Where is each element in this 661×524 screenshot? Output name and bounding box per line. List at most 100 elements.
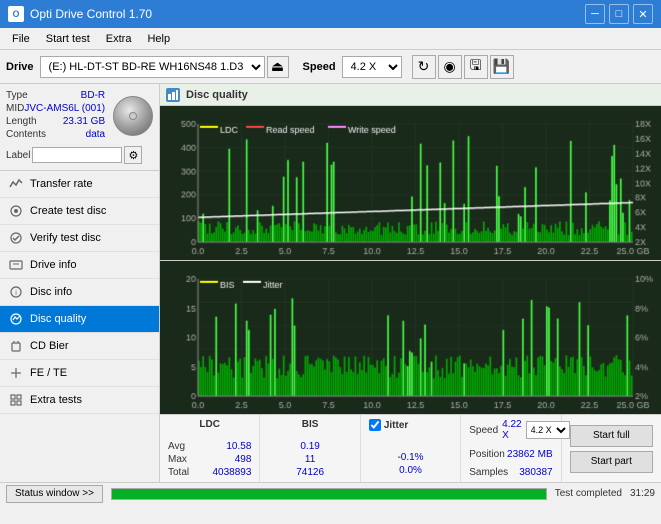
- speed-stat-label: Speed: [469, 425, 498, 436]
- ldc-total: 4038893: [212, 467, 251, 478]
- speed-label: Speed: [303, 61, 336, 73]
- menu-bar: File Start test Extra Help: [0, 28, 661, 50]
- ldc-avg: 10.58: [226, 441, 251, 452]
- bis-avg: 0.19: [268, 441, 351, 452]
- toolbar-btn-3[interactable]: 🖫: [464, 55, 488, 79]
- disc-type-label: Type: [6, 90, 28, 101]
- lower-chart-canvas: [160, 261, 661, 415]
- charts-container: [160, 106, 661, 414]
- upper-chart-canvas: [160, 106, 661, 260]
- samples-label: Samples: [469, 467, 508, 478]
- disc-label-button[interactable]: ⚙: [124, 146, 142, 164]
- jitter-avg: -0.1%: [369, 452, 452, 463]
- toolbar-btn-2[interactable]: ◉: [438, 55, 462, 79]
- chart-panel-header: Disc quality: [160, 84, 661, 106]
- transfer-rate-icon: [8, 176, 24, 192]
- create-test-disc-icon: [8, 203, 24, 219]
- stats-row: LDC Avg 10.58 Max 498 Total 4038893: [160, 414, 661, 482]
- stats-jitter-col: Jitter -0.1% 0.0%: [361, 415, 461, 482]
- sidebar-item-fe-te[interactable]: FE / TE: [0, 360, 159, 387]
- drive-info-icon: [8, 257, 24, 273]
- menu-extra[interactable]: Extra: [98, 31, 140, 47]
- stats-ldc-header: LDC: [168, 419, 251, 430]
- status-progress-fill: [112, 489, 546, 499]
- fe-te-label: FE / TE: [30, 367, 67, 379]
- disc-type-value: BD-R: [81, 90, 105, 101]
- maximize-button[interactable]: □: [609, 4, 629, 24]
- transfer-rate-label: Transfer rate: [30, 178, 93, 190]
- sidebar-item-create-test-disc[interactable]: Create test disc: [0, 198, 159, 225]
- lower-chart: [160, 261, 661, 415]
- chart-panel-title: Disc quality: [186, 89, 248, 101]
- disc-quality-icon: [8, 311, 24, 327]
- bis-max: 11: [268, 454, 351, 465]
- cd-bier-icon: [8, 338, 24, 354]
- sidebar-item-disc-quality[interactable]: Disc quality: [0, 306, 159, 333]
- jitter-header: Jitter: [384, 420, 408, 431]
- drive-label: Drive: [6, 61, 34, 73]
- stats-bis-col: BIS 0.19 11 74126: [260, 415, 360, 482]
- avg-label: Avg: [168, 441, 185, 452]
- app-title: Opti Drive Control 1.70: [30, 7, 152, 21]
- menu-file[interactable]: File: [4, 31, 38, 47]
- sidebar-item-cd-bier[interactable]: CD Bier: [0, 333, 159, 360]
- stats-ldc-col: LDC Avg 10.58 Max 498 Total 4038893: [160, 415, 260, 482]
- menu-help[interactable]: Help: [139, 31, 178, 47]
- drive-toolbar: Drive (E:) HL-DT-ST BD-RE WH16NS48 1.D3 …: [0, 50, 661, 84]
- start-full-button[interactable]: Start full: [570, 425, 653, 447]
- start-buttons-col: Start full Start part: [562, 415, 661, 482]
- create-test-disc-label: Create test disc: [30, 205, 106, 217]
- extra-tests-icon: [8, 392, 24, 408]
- stats-speed-col: Speed 4.22 X 4.2 X Position 23862 MB Sam…: [461, 415, 561, 482]
- status-window-button[interactable]: Status window >>: [6, 485, 103, 503]
- disc-info-panel: Type BD-R MID JVC-AMS6L (001) Length 23.…: [0, 84, 159, 171]
- sidebar-item-verify-test-disc[interactable]: Verify test disc: [0, 225, 159, 252]
- sidebar: Type BD-R MID JVC-AMS6L (001) Length 23.…: [0, 84, 160, 482]
- sidebar-item-drive-info[interactable]: Drive info: [0, 252, 159, 279]
- speed-stat-val: 4.22 X: [502, 419, 521, 441]
- cd-bier-label: CD Bier: [30, 340, 69, 352]
- drive-info-label: Drive info: [30, 259, 76, 271]
- extra-tests-label: Extra tests: [30, 394, 82, 406]
- disc-label-label: Label: [6, 150, 30, 161]
- position-val: 23862 MB: [507, 449, 553, 460]
- eject-button[interactable]: ⏏: [267, 56, 289, 78]
- jitter-checkbox[interactable]: [369, 419, 381, 431]
- drive-select[interactable]: (E:) HL-DT-ST BD-RE WH16NS48 1.D3: [40, 56, 265, 78]
- sidebar-item-extra-tests[interactable]: Extra tests: [0, 387, 159, 414]
- position-label: Position: [469, 449, 505, 460]
- title-bar: O Opti Drive Control 1.70 ─ □ ✕: [0, 0, 661, 28]
- total-label: Total: [168, 467, 189, 478]
- disc-mid-label: MID: [6, 103, 24, 114]
- content-panel: Disc quality LDC Avg 10.58: [160, 84, 661, 482]
- verify-test-disc-icon: [8, 230, 24, 246]
- verify-test-disc-label: Verify test disc: [30, 232, 101, 244]
- upper-chart: [160, 106, 661, 261]
- status-time: 31:29: [630, 488, 655, 499]
- disc-contents-label: Contents: [6, 129, 46, 140]
- svg-text:i: i: [15, 290, 17, 297]
- disc-label-input[interactable]: [32, 147, 122, 163]
- fe-te-icon: [8, 365, 24, 381]
- sidebar-item-disc-info[interactable]: i Disc info: [0, 279, 159, 306]
- disc-quality-label: Disc quality: [30, 313, 86, 325]
- samples-val: 380387: [519, 467, 552, 478]
- speed-select[interactable]: 4.2 X: [342, 56, 402, 78]
- max-label: Max: [168, 454, 187, 465]
- disc-mid-value: JVC-AMS6L (001): [24, 103, 105, 114]
- toolbar-btn-1[interactable]: ↻: [412, 55, 436, 79]
- minimize-button[interactable]: ─: [585, 4, 605, 24]
- start-part-button[interactable]: Start part: [570, 451, 653, 473]
- disc-info-label: Disc info: [30, 286, 72, 298]
- sidebar-item-transfer-rate[interactable]: Transfer rate: [0, 171, 159, 198]
- status-bar: Status window >> Test completed 31:29: [0, 482, 661, 504]
- close-button[interactable]: ✕: [633, 4, 653, 24]
- menu-start-test[interactable]: Start test: [38, 31, 98, 47]
- toolbar-btn-4[interactable]: 💾: [490, 55, 514, 79]
- sidebar-nav: Transfer rate Create test disc Verify te…: [0, 171, 159, 482]
- bis-total: 74126: [268, 467, 351, 478]
- jitter-max: 0.0%: [369, 465, 452, 476]
- app-icon: O: [8, 6, 24, 22]
- status-text: Test completed: [555, 488, 622, 499]
- disc-info-icon: i: [8, 284, 24, 300]
